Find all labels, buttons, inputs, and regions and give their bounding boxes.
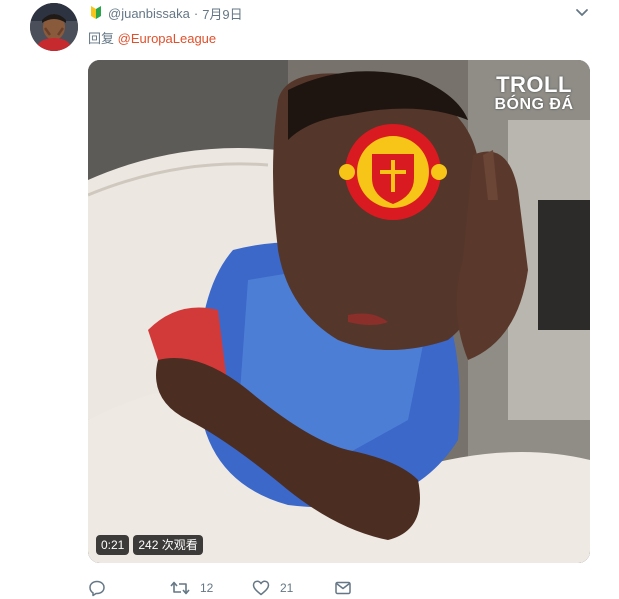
tweet-date[interactable]: 7月9日 — [202, 4, 242, 23]
watermark: TROLL BÓNG ĐÁ — [488, 74, 580, 113]
reply-mention-link[interactable]: @EuropaLeague — [118, 31, 217, 46]
newcomer-badge-icon — [88, 4, 104, 23]
retweet-count: 12 — [200, 581, 214, 595]
like-count: 21 — [280, 581, 294, 595]
watermark-line1: TROLL — [496, 72, 572, 97]
avatar[interactable] — [30, 3, 78, 51]
retweet-button[interactable]: 12 — [170, 579, 252, 597]
direct-message-button[interactable] — [334, 579, 352, 597]
retweet-icon — [170, 579, 190, 597]
video-frame — [88, 60, 590, 563]
like-button[interactable]: 21 — [252, 579, 334, 597]
video-views: 242 次观看 — [133, 535, 203, 555]
watermark-line2: BÓNG ĐÁ — [494, 96, 574, 113]
tweet-header: @juanbissaka · 7月9日 — [88, 4, 243, 22]
video-overlay: 0:21 242 次观看 — [96, 535, 203, 555]
reply-icon — [88, 579, 106, 597]
tweet: @juanbissaka · 7月9日 回复 @EuropaLeague TRO… — [0, 0, 619, 598]
chevron-down-icon[interactable] — [574, 4, 590, 20]
video-duration: 0:21 — [96, 535, 130, 555]
header-separator: · — [193, 5, 199, 21]
reply-prefix: 回复 — [88, 31, 115, 46]
video-player[interactable]: TROLL BÓNG ĐÁ 0:21 242 次观看 — [88, 60, 590, 563]
reply-button[interactable] — [88, 579, 170, 597]
envelope-icon — [334, 579, 352, 597]
tweet-actions: 12 21 — [88, 577, 352, 599]
reply-context: 回复 @EuropaLeague — [88, 28, 216, 47]
heart-icon — [252, 579, 270, 597]
username-link[interactable]: @juanbissaka — [108, 6, 190, 21]
